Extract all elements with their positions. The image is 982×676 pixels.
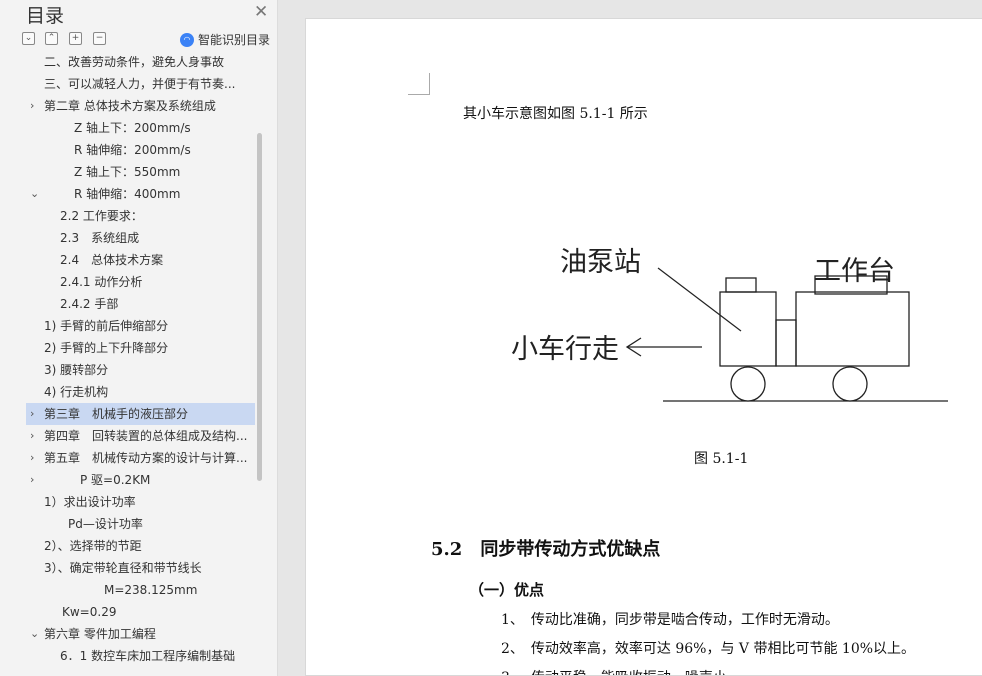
toc-item[interactable]: 3) 腰转部分 [26,359,255,381]
toc-item-label: 4) 行走机构 [44,385,109,399]
toc-item[interactable]: › 第二章 总体技术方案及系统组成 [26,95,255,117]
toc-item[interactable]: 2.3 系统组成 [26,227,255,249]
toc-item[interactable]: 2.2 工作要求： [26,205,255,227]
pump-cap [725,277,757,293]
toc-item[interactable]: › P 驱=0.2KM [26,469,255,491]
toc-item-label: 2.4.1 动作分析 [60,275,143,289]
toc-item-label: 1）求出设计功率 [44,495,136,509]
toc-item[interactable]: Z 轴上下：550mm [26,161,255,183]
toc-item[interactable]: ⌄ 第六章 零件加工编程 [26,623,255,645]
toc-item-label: 2.4 总体技术方案 [60,253,164,267]
cart-diagram: 油泵站 工作台 小车行走 [511,247,948,402]
document-page: 其小车示意图如图 5.1-1 所示 油泵站 工作台 小车行走 图 5.1-1 5… [305,18,982,676]
toc-item[interactable]: › 第五章 机械传动方案的设计与计算... [26,447,255,469]
chevron-right-icon[interactable]: › [30,469,34,491]
intro-text: 其小车示意图如图 5.1-1 所示 [463,106,648,122]
chevron-down-icon[interactable]: ⌄ [30,623,39,645]
chevron-right-icon[interactable]: › [30,403,34,425]
toc-item-label: 第四章 回转装置的总体组成及结构... [44,429,248,443]
toc-item[interactable]: 6．1 数控车床加工程序编制基础 [26,645,255,667]
toc-item-label: Z 轴上下：550mm [74,165,181,179]
toc-item[interactable]: ⌄ R 轴伸缩：400mm [26,183,255,205]
toc-item-label: 6．1 数控车床加工程序编制基础 [60,649,236,663]
worktable-label: 工作台 [814,256,895,287]
toc-item[interactable]: › 第三章 机械手的液压部分 [26,403,255,425]
toc-item-label: 2.4.2 手部 [60,297,119,311]
toc-item-label: 2.3 系统组成 [60,231,140,245]
cart-label: 小车行走 [511,334,619,365]
collapse-all-icon[interactable]: ⌄ [22,32,35,45]
expand-up-icon[interactable]: ⌃ [45,32,58,45]
toc-list: 二、改善劳动条件，避免人身事故 三、可以减轻人力，并便于有节奏... › 第二章 总体… [26,56,256,676]
subsection-heading: （一）优点 [469,581,545,599]
list-item: 1、 传动比准确，同步带是啮合传动，工作时无滑动。 [501,612,839,628]
toc-item[interactable]: › 第四章 回转装置的总体组成及结构... [26,425,255,447]
smart-toc-button[interactable]: ◠ 智能识别目录 [180,31,270,48]
toc-item[interactable]: 三、可以减轻人力，并便于有节奏... [26,73,255,95]
toc-item[interactable]: M=238.125mm [26,579,255,601]
toc-item-label: 2.2 工作要求： [60,209,143,223]
toc-item[interactable]: Kw=0.29 [26,601,255,623]
toc-item[interactable]: R 轴伸缩：200mm/s [26,139,255,161]
document-area: 其小车示意图如图 5.1-1 所示 油泵站 工作台 小车行走 图 5.1-1 5… [290,0,982,676]
toc-item[interactable]: 1）求出设计功率 [26,491,255,513]
toc-item-label: 第六章 零件加工编程 [44,627,156,641]
list-item: 2、 传动效率高，效率可达 96%，与 V 带相比可节能 10%以上。 [501,641,916,657]
chevron-right-icon[interactable]: › [30,425,34,447]
toc-item-label: Z 轴上下：200mm/s [74,121,191,135]
toc-item-label: 第三章 机械手的液压部分 [44,407,189,421]
chevron-right-icon[interactable]: › [30,95,34,117]
toc-item[interactable]: 二、改善劳动条件，避免人身事故 [26,56,255,73]
pump-station-body [719,291,777,367]
toc-item[interactable]: 2.4.2 手部 [26,293,255,315]
chevron-right-icon[interactable]: › [30,447,34,469]
toc-item-label: P 驱=0.2KM [80,473,151,487]
sidebar-scrollbar[interactable] [257,133,262,481]
toc-item-label: 1) 手臂的前后伸缩部分 [44,319,169,333]
toc-item[interactable]: 1) 手臂的前后伸缩部分 [26,315,255,337]
toc-item[interactable]: 2) 手臂的上下升降部分 [26,337,255,359]
toc-item-label: Pd—设计功率 [68,517,143,531]
toc-item-label: 3) 腰转部分 [44,363,109,377]
toc-item[interactable]: 2.4 总体技术方案 [26,249,255,271]
toc-item-label: 第二章 总体技术方案及系统组成 [44,99,216,113]
right-wheel [832,366,868,402]
worktable-body [795,291,910,367]
list-item: 3、 传动平稳，能吸收振动，噪声小。 [501,667,741,675]
figure-caption: 图 5.1-1 [694,451,749,467]
toc-item-label: 2）、选择带的节距 [44,539,142,553]
toc-item[interactable]: 4) 行走机构 [26,381,255,403]
toc-sidebar: 目录 ✕ ⌄ ⌃ + − ◠ 智能识别目录 二、改善劳动条件，避免人身事故 三、可… [0,0,278,676]
toc-item[interactable]: 2.4.1 动作分析 [26,271,255,293]
close-icon[interactable]: ✕ [254,2,268,22]
toc-item[interactable]: Z 轴上下：200mm/s [26,117,255,139]
toc-title: 目录 [26,5,65,27]
ai-icon: ◠ [180,32,194,47]
toc-item[interactable]: 3）、确定带轮直径和带节线长 [26,557,255,579]
toc-item-label: M=238.125mm [104,583,198,597]
remove-icon[interactable]: − [93,32,106,45]
toc-item-label: 二、改善劳动条件，避免人身事故 [44,56,225,69]
toc-item-label: R 轴伸缩：400mm [74,187,181,201]
pump-label: 油泵站 [560,247,641,278]
toc-item-label: 2) 手臂的上下升降部分 [44,341,169,355]
toc-item-label: 三、可以减轻人力，并便于有节奏... [44,77,236,91]
left-wheel [730,366,766,402]
toc-item-label: R 轴伸缩：200mm/s [74,143,191,157]
connector-block [775,319,797,367]
toc-item-label: 第五章 机械传动方案的设计与计算... [44,451,248,465]
add-icon[interactable]: + [69,32,82,45]
chevron-down-icon[interactable]: ⌄ [30,183,39,205]
toc-item[interactable]: Pd—设计功率 [26,513,255,535]
toc-item[interactable]: 2）、选择带的节距 [26,535,255,557]
section-heading: 5.2 同步带传动方式优缺点 [431,539,661,560]
page-corner-mark [408,73,430,95]
smart-toc-label: 智能识别目录 [198,33,271,47]
toc-item-label: Kw=0.29 [62,605,117,619]
toc-item-label: 3）、确定带轮直径和带节线长 [44,561,202,575]
